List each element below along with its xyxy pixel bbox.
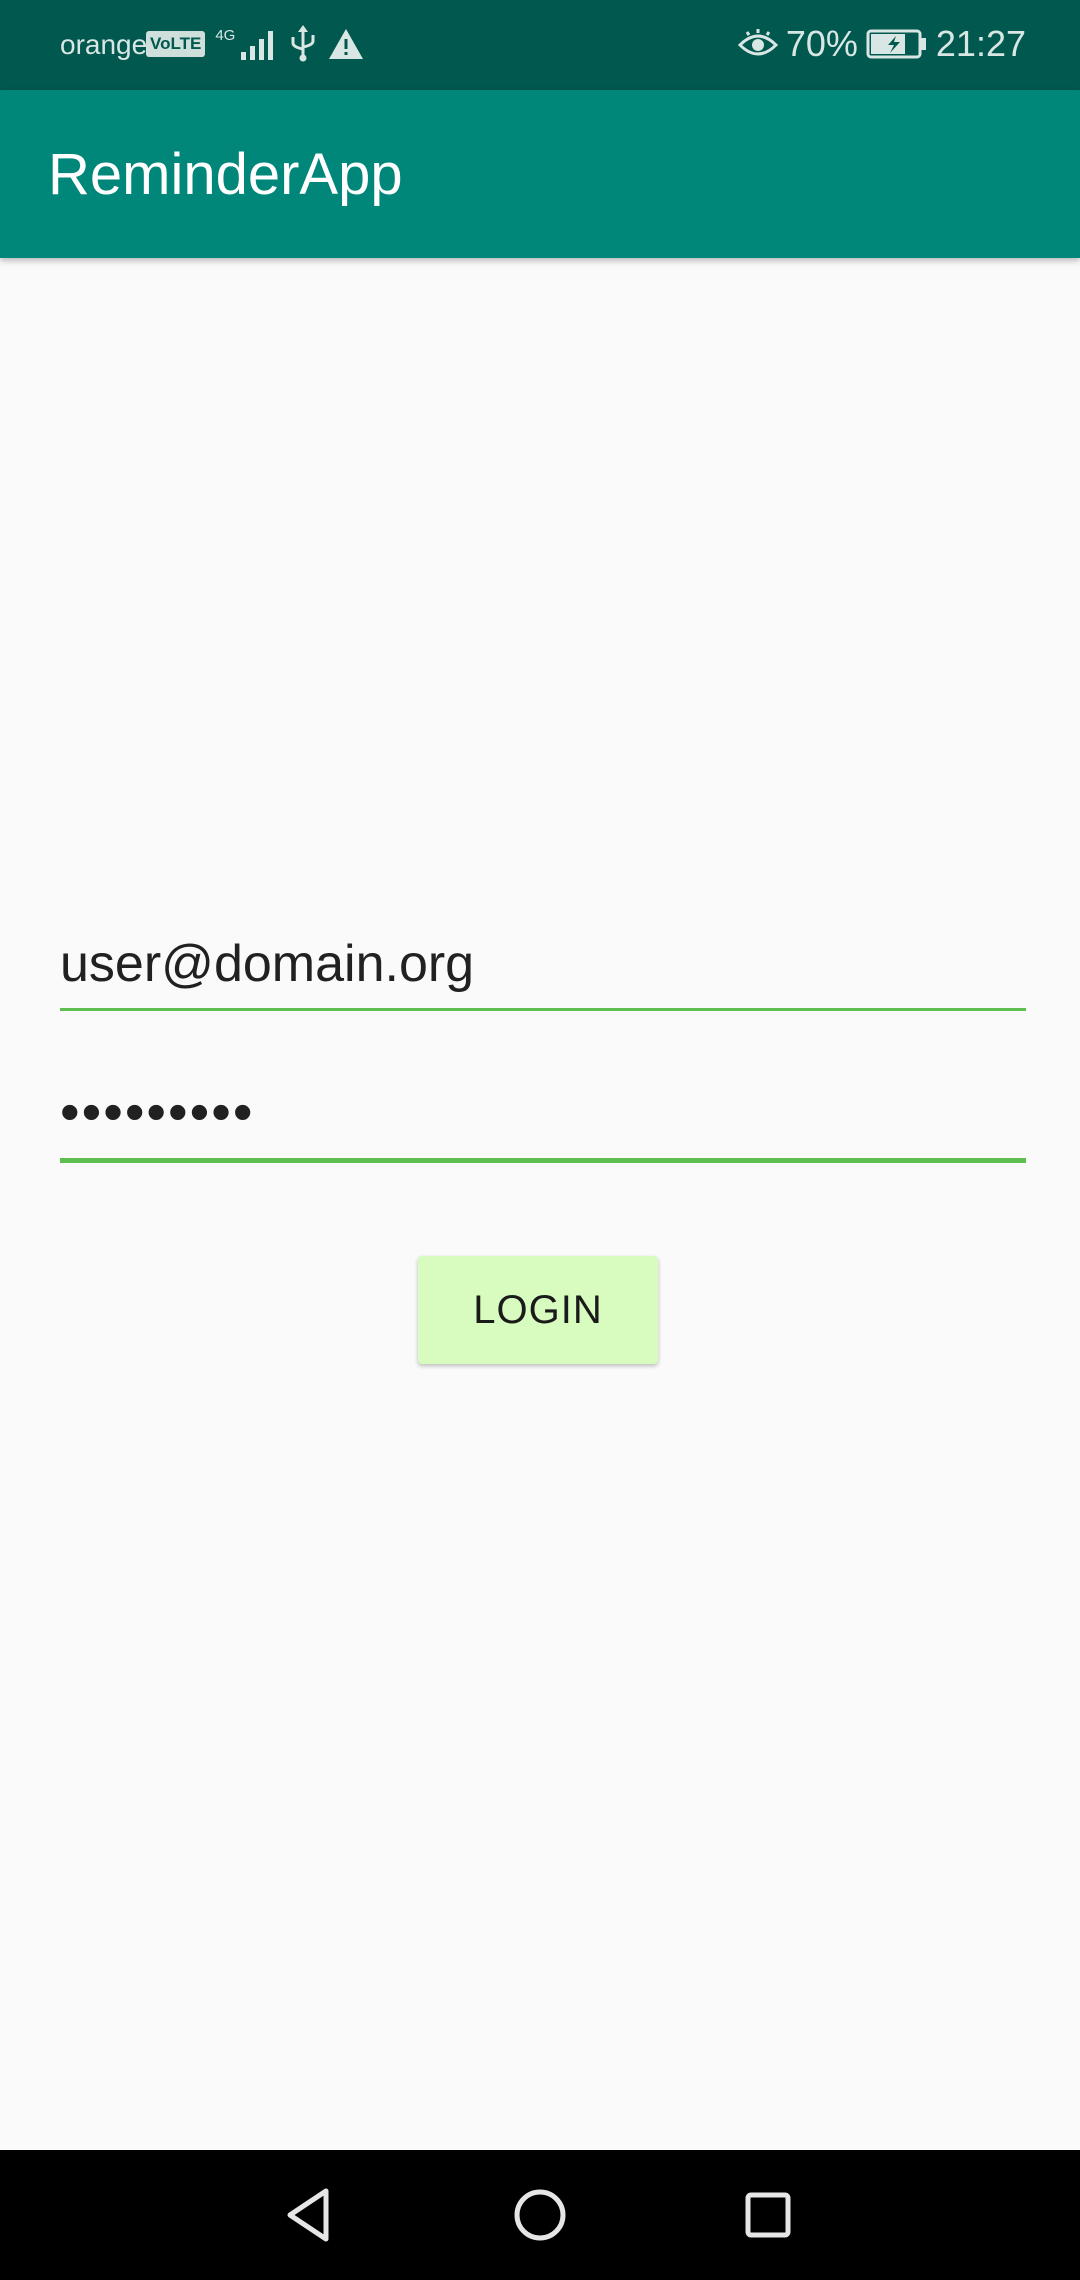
carrier-name: orange [60,29,148,60]
status-right-group: 70% 21:27 [737,22,1026,66]
navigation-bar [0,2150,1080,2280]
clock: 21:27 [935,23,1026,64]
email-input-value: user@domain.org [60,935,475,993]
password-input-value: ••••••••• [60,1080,255,1143]
volte-badge: VoLTE [146,31,206,57]
network-type-label: 4G [215,26,236,44]
app-title: ReminderApp [48,142,403,207]
password-field[interactable]: ••••••••• [60,1066,1026,1163]
back-icon[interactable] [280,2185,340,2245]
login-button[interactable]: LOGIN [418,1256,658,1364]
home-icon[interactable] [510,2185,570,2245]
battery-percent: 70% [785,23,858,64]
recent-apps-icon[interactable] [738,2185,798,2245]
status-left-icons: VoLTE 4G [146,24,365,64]
eye-icon [737,29,778,56]
usb-icon [291,25,315,62]
warning-icon [329,29,364,59]
battery-charging-icon [866,29,926,59]
status-bar: orange VoLTE 4G 70% 21:27 [0,0,1080,90]
app-bar: ReminderApp [0,90,1080,258]
signal-bars-icon [241,31,274,60]
email-field[interactable]: user@domain.org [60,916,1026,1011]
